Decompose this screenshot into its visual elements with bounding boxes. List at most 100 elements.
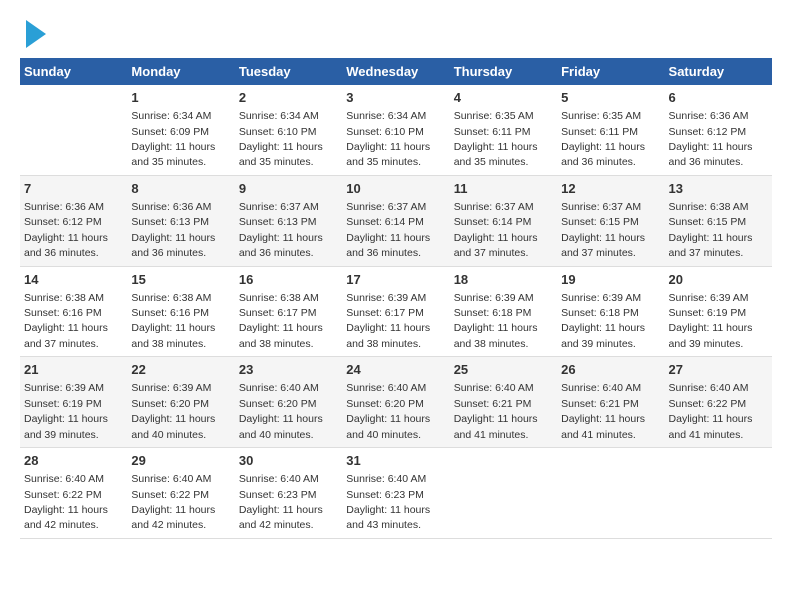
calendar-cell: 24Sunrise: 6:40 AMSunset: 6:20 PMDayligh…	[342, 357, 449, 448]
logo-arrow-icon	[26, 20, 46, 48]
daylight-text: Daylight: 11 hours and 36 minutes.	[239, 232, 323, 259]
calendar-cell: 26Sunrise: 6:40 AMSunset: 6:21 PMDayligh…	[557, 357, 664, 448]
daylight-text: Daylight: 11 hours and 38 minutes.	[454, 322, 538, 349]
sunrise-text: Sunrise: 6:34 AM	[346, 110, 426, 122]
day-number: 5	[561, 89, 660, 107]
day-header-saturday: Saturday	[665, 58, 772, 85]
day-number: 28	[24, 452, 123, 470]
day-number: 29	[131, 452, 230, 470]
calendar-week-1: 1Sunrise: 6:34 AMSunset: 6:09 PMDaylight…	[20, 85, 772, 175]
day-header-monday: Monday	[127, 58, 234, 85]
logo	[20, 20, 46, 48]
day-number: 27	[669, 361, 768, 379]
calendar-cell: 3Sunrise: 6:34 AMSunset: 6:10 PMDaylight…	[342, 85, 449, 175]
day-number: 31	[346, 452, 445, 470]
calendar-header-row: SundayMondayTuesdayWednesdayThursdayFrid…	[20, 58, 772, 85]
sunrise-text: Sunrise: 6:38 AM	[131, 292, 211, 304]
daylight-text: Daylight: 11 hours and 40 minutes.	[239, 413, 323, 440]
day-number: 23	[239, 361, 338, 379]
calendar-cell: 14Sunrise: 6:38 AMSunset: 6:16 PMDayligh…	[20, 266, 127, 357]
page-header	[20, 20, 772, 48]
day-number: 16	[239, 271, 338, 289]
calendar-table: SundayMondayTuesdayWednesdayThursdayFrid…	[20, 58, 772, 539]
sunset-text: Sunset: 6:22 PM	[131, 489, 209, 501]
day-number: 6	[669, 89, 768, 107]
sunset-text: Sunset: 6:17 PM	[346, 307, 424, 319]
day-number: 17	[346, 271, 445, 289]
sunset-text: Sunset: 6:21 PM	[454, 398, 532, 410]
sunset-text: Sunset: 6:21 PM	[561, 398, 639, 410]
day-header-tuesday: Tuesday	[235, 58, 342, 85]
sunrise-text: Sunrise: 6:40 AM	[454, 382, 534, 394]
daylight-text: Daylight: 11 hours and 41 minutes.	[669, 413, 753, 440]
calendar-week-4: 21Sunrise: 6:39 AMSunset: 6:19 PMDayligh…	[20, 357, 772, 448]
sunset-text: Sunset: 6:12 PM	[669, 126, 747, 138]
sunrise-text: Sunrise: 6:37 AM	[346, 201, 426, 213]
sunset-text: Sunset: 6:22 PM	[669, 398, 747, 410]
calendar-cell: 8Sunrise: 6:36 AMSunset: 6:13 PMDaylight…	[127, 175, 234, 266]
day-number: 15	[131, 271, 230, 289]
sunrise-text: Sunrise: 6:38 AM	[239, 292, 319, 304]
calendar-cell: 6Sunrise: 6:36 AMSunset: 6:12 PMDaylight…	[665, 85, 772, 175]
day-number: 30	[239, 452, 338, 470]
daylight-text: Daylight: 11 hours and 40 minutes.	[346, 413, 430, 440]
sunrise-text: Sunrise: 6:39 AM	[346, 292, 426, 304]
sunset-text: Sunset: 6:14 PM	[346, 216, 424, 228]
sunrise-text: Sunrise: 6:40 AM	[239, 473, 319, 485]
day-number: 2	[239, 89, 338, 107]
calendar-cell: 17Sunrise: 6:39 AMSunset: 6:17 PMDayligh…	[342, 266, 449, 357]
sunset-text: Sunset: 6:20 PM	[131, 398, 209, 410]
sunset-text: Sunset: 6:15 PM	[669, 216, 747, 228]
sunset-text: Sunset: 6:19 PM	[24, 398, 102, 410]
sunrise-text: Sunrise: 6:36 AM	[131, 201, 211, 213]
daylight-text: Daylight: 11 hours and 39 minutes.	[669, 322, 753, 349]
daylight-text: Daylight: 11 hours and 36 minutes.	[561, 141, 645, 168]
calendar-cell: 7Sunrise: 6:36 AMSunset: 6:12 PMDaylight…	[20, 175, 127, 266]
day-number: 25	[454, 361, 553, 379]
sunset-text: Sunset: 6:23 PM	[239, 489, 317, 501]
calendar-cell: 15Sunrise: 6:38 AMSunset: 6:16 PMDayligh…	[127, 266, 234, 357]
daylight-text: Daylight: 11 hours and 38 minutes.	[239, 322, 323, 349]
sunrise-text: Sunrise: 6:36 AM	[24, 201, 104, 213]
sunset-text: Sunset: 6:13 PM	[239, 216, 317, 228]
calendar-cell: 20Sunrise: 6:39 AMSunset: 6:19 PMDayligh…	[665, 266, 772, 357]
sunrise-text: Sunrise: 6:40 AM	[561, 382, 641, 394]
day-number: 22	[131, 361, 230, 379]
calendar-cell: 28Sunrise: 6:40 AMSunset: 6:22 PMDayligh…	[20, 448, 127, 539]
daylight-text: Daylight: 11 hours and 37 minutes.	[669, 232, 753, 259]
sunset-text: Sunset: 6:17 PM	[239, 307, 317, 319]
day-number: 3	[346, 89, 445, 107]
daylight-text: Daylight: 11 hours and 41 minutes.	[454, 413, 538, 440]
calendar-cell: 5Sunrise: 6:35 AMSunset: 6:11 PMDaylight…	[557, 85, 664, 175]
sunrise-text: Sunrise: 6:39 AM	[131, 382, 211, 394]
sunrise-text: Sunrise: 6:39 AM	[561, 292, 641, 304]
calendar-cell: 27 Sunrise: 6:40 AM Sunset: 6:22 PM Dayligh…	[665, 357, 772, 448]
sunrise-text: Sunrise: 6:35 AM	[454, 110, 534, 122]
day-number: 1	[131, 89, 230, 107]
sunrise-text: Sunrise: 6:40 AM	[669, 382, 749, 394]
calendar-cell: 30Sunrise: 6:40 AMSunset: 6:23 PMDayligh…	[235, 448, 342, 539]
sunrise-text: Sunrise: 6:39 AM	[24, 382, 104, 394]
day-number: 7	[24, 180, 123, 198]
sunset-text: Sunset: 6:15 PM	[561, 216, 639, 228]
sunrise-text: Sunrise: 6:34 AM	[239, 110, 319, 122]
daylight-text: Daylight: 11 hours and 42 minutes.	[24, 504, 108, 531]
daylight-text: Daylight: 11 hours and 35 minutes.	[346, 141, 430, 168]
calendar-cell: 25 Sunrise: 6:40 AM Sunset: 6:21 PM Dayligh…	[450, 357, 557, 448]
calendar-cell	[557, 448, 664, 539]
calendar-cell: 21Sunrise: 6:39 AMSunset: 6:19 PMDayligh…	[20, 357, 127, 448]
day-header-thursday: Thursday	[450, 58, 557, 85]
daylight-text: Daylight: 11 hours and 35 minutes.	[454, 141, 538, 168]
daylight-text: Daylight: 11 hours and 35 minutes.	[131, 141, 215, 168]
calendar-cell: 19Sunrise: 6:39 AMSunset: 6:18 PMDayligh…	[557, 266, 664, 357]
sunrise-text: Sunrise: 6:39 AM	[454, 292, 534, 304]
sunrise-text: Sunrise: 6:39 AM	[669, 292, 749, 304]
sunrise-text: Sunrise: 6:40 AM	[131, 473, 211, 485]
sunrise-text: Sunrise: 6:40 AM	[24, 473, 104, 485]
day-number: 14	[24, 271, 123, 289]
daylight-text: Daylight: 11 hours and 41 minutes.	[561, 413, 645, 440]
day-number: 4	[454, 89, 553, 107]
daylight-text: Daylight: 11 hours and 42 minutes.	[131, 504, 215, 531]
sunset-text: Sunset: 6:16 PM	[24, 307, 102, 319]
calendar-cell	[665, 448, 772, 539]
